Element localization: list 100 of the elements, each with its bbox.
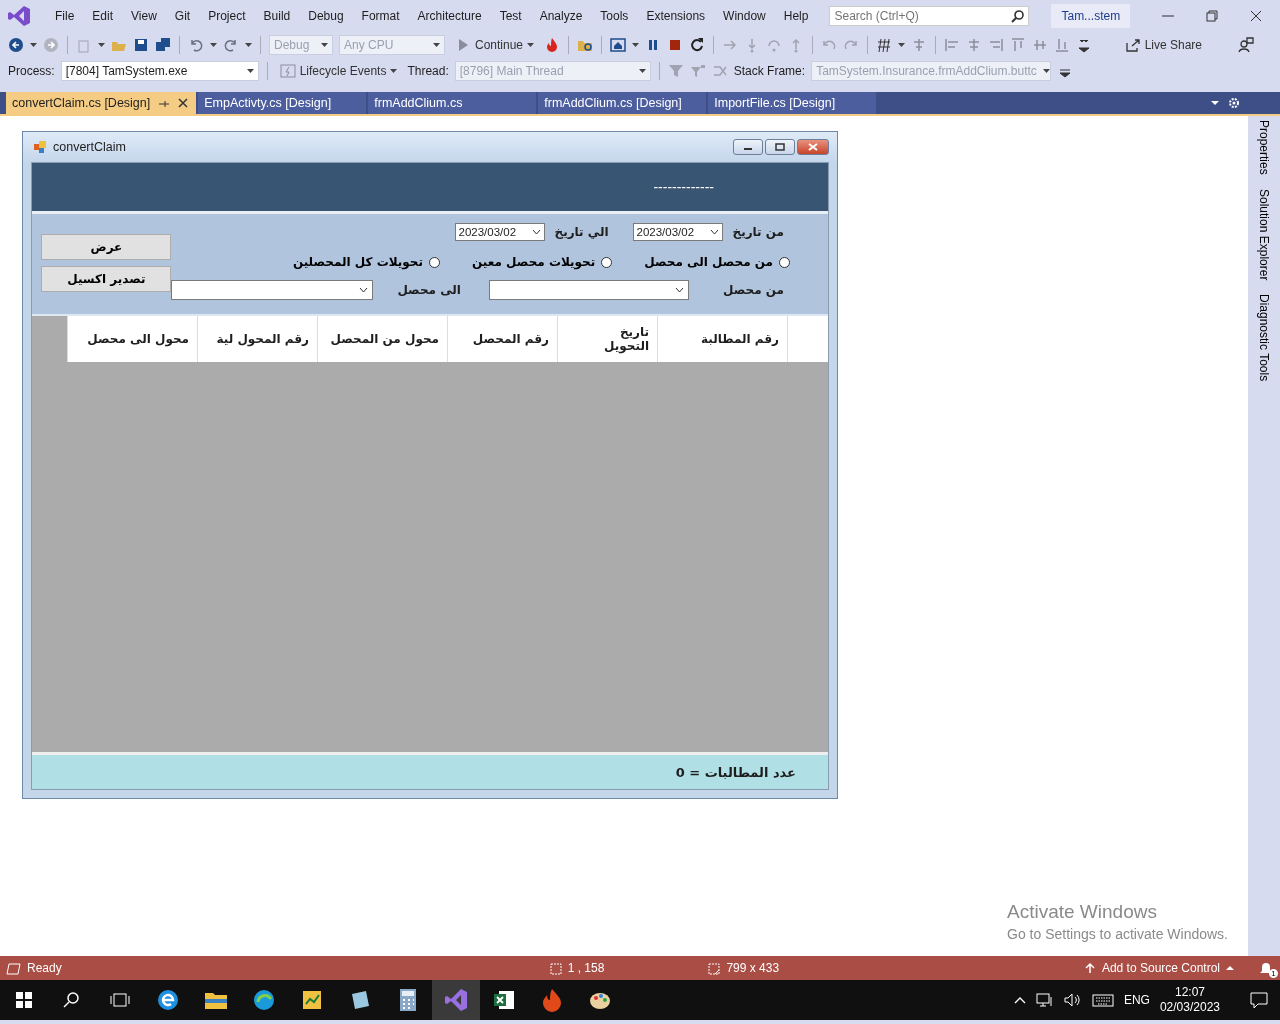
app-logo-icon bbox=[8, 5, 30, 27]
to-collector-dropdown[interactable] bbox=[171, 280, 374, 300]
up-chevron-icon[interactable] bbox=[1013, 996, 1026, 1004]
menu-item[interactable]: View bbox=[124, 6, 164, 26]
input-language[interactable]: ENG bbox=[1123, 993, 1150, 1007]
caret-icon[interactable] bbox=[898, 43, 906, 47]
hatched-grid-icon[interactable] bbox=[876, 37, 893, 53]
from-date-picker[interactable]: 2023/03/02 bbox=[632, 223, 723, 241]
menu-item[interactable]: Edit bbox=[85, 6, 121, 26]
column-header[interactable]: تاريخ التحويل bbox=[557, 316, 657, 362]
menu-item[interactable]: Tools bbox=[593, 6, 636, 26]
action-button[interactable]: عرض bbox=[41, 234, 172, 260]
action-button[interactable]: تصدير اكسيل bbox=[41, 266, 172, 292]
radio-option[interactable]: تحويلات محصل معين bbox=[472, 255, 613, 269]
feedback-person-icon[interactable] bbox=[1238, 37, 1254, 53]
add-to-source-control-button[interactable]: Add to Source Control bbox=[1079, 961, 1238, 975]
side-panel-tab[interactable]: Diagnostic Tools bbox=[1257, 294, 1271, 382]
document-tab[interactable]: frmAddClium.cs [Design] bbox=[538, 92, 707, 114]
thread-label: Thread: bbox=[407, 64, 449, 78]
radio-button[interactable] bbox=[601, 256, 613, 268]
chevron-down-icon[interactable] bbox=[709, 229, 719, 235]
dropdown-icon[interactable] bbox=[1210, 98, 1220, 108]
caret-icon[interactable] bbox=[527, 43, 535, 47]
live-share-button[interactable]: Live Share bbox=[1120, 37, 1206, 53]
menu-item[interactable]: Analyze bbox=[532, 6, 590, 26]
menu-item[interactable]: Window bbox=[716, 6, 773, 26]
notification-icon[interactable] bbox=[1250, 991, 1268, 1009]
radio-button[interactable] bbox=[429, 256, 440, 268]
settings-icon[interactable] bbox=[1228, 97, 1240, 109]
close-icon[interactable] bbox=[808, 143, 818, 151]
column-header[interactable]: محول الى محصل bbox=[67, 316, 197, 362]
continue-button[interactable]: Continue bbox=[451, 37, 539, 53]
redo-icon[interactable] bbox=[223, 37, 239, 53]
caret-icon[interactable] bbox=[632, 43, 640, 47]
menu-item[interactable]: Test bbox=[492, 6, 529, 26]
close-icon[interactable] bbox=[1248, 8, 1264, 24]
column-header[interactable]: رقم المحول لية bbox=[197, 316, 317, 362]
search-field[interactable]: Search (Ctrl+Q) bbox=[829, 6, 1030, 26]
keyboard-icon[interactable] bbox=[1091, 993, 1114, 1007]
column-header[interactable]: محول من المحصل bbox=[317, 316, 447, 362]
side-panel-tab[interactable]: Solution Explorer bbox=[1257, 188, 1271, 281]
network-icon[interactable] bbox=[1035, 992, 1054, 1008]
caret-icon[interactable] bbox=[210, 43, 217, 47]
caret-icon[interactable] bbox=[245, 43, 252, 47]
document-tab[interactable]: frmAddClium.cs bbox=[368, 92, 537, 114]
menu-item[interactable]: Format bbox=[354, 6, 407, 26]
close-button[interactable] bbox=[797, 139, 829, 155]
document-tab[interactable]: EmpActivty.cs [Design] bbox=[198, 92, 367, 114]
undo-icon[interactable] bbox=[188, 37, 204, 53]
clock[interactable]: 12:07 02/03/2023 bbox=[1159, 985, 1220, 1015]
menu-item[interactable]: Extensions bbox=[639, 6, 713, 26]
chevron-down-icon[interactable] bbox=[674, 287, 684, 293]
save-all-icon[interactable] bbox=[155, 37, 171, 53]
menu-item[interactable]: Build bbox=[256, 6, 298, 26]
chevron-down-icon[interactable] bbox=[531, 229, 541, 235]
control-size: 799 x 433 bbox=[706, 961, 780, 975]
windows-logo-icon bbox=[16, 992, 32, 1008]
up-caret-icon[interactable] bbox=[1226, 965, 1234, 971]
menu-item[interactable]: Architecture bbox=[410, 6, 489, 26]
document-tab[interactable]: ImportFile.cs [Design] bbox=[708, 92, 877, 114]
to-date-picker[interactable]: 2023/03/02 bbox=[454, 223, 545, 241]
lifecycle-events-button[interactable]: Lifecycle Events bbox=[275, 63, 402, 79]
column-header[interactable]: رقم المطالبة bbox=[657, 316, 787, 362]
ready-status: Ready bbox=[6, 960, 62, 976]
chevron-down-icon[interactable] bbox=[359, 287, 369, 293]
chart-document-icon bbox=[300, 988, 324, 1012]
speaker-icon[interactable] bbox=[1063, 992, 1082, 1008]
column-header[interactable]: رقم المحصل bbox=[447, 316, 557, 362]
minimize-button[interactable] bbox=[733, 139, 763, 155]
caret-icon[interactable] bbox=[390, 69, 398, 73]
caret-icon[interactable] bbox=[246, 69, 254, 73]
stack-frame-label: Stack Frame: bbox=[733, 64, 806, 78]
maximize-button[interactable] bbox=[765, 139, 795, 155]
side-panel-tab[interactable]: Properties bbox=[1257, 120, 1271, 175]
radio-option[interactable]: تحويلات كل المحصلين bbox=[292, 255, 440, 269]
radio-option[interactable]: من محصل الى محصل bbox=[644, 255, 790, 269]
menu-item[interactable]: Project bbox=[201, 6, 253, 26]
task-view-icon bbox=[110, 992, 130, 1008]
document-tab[interactable]: convertClaim.cs [Design] bbox=[6, 92, 197, 114]
menu-item[interactable]: Debug bbox=[301, 6, 351, 26]
up-arrow-icon[interactable] bbox=[1083, 962, 1096, 974]
menu-item[interactable]: File bbox=[48, 6, 82, 26]
notification-count: 1 bbox=[1269, 969, 1278, 978]
process-dropdown[interactable]: [7804] TamSystem.exe bbox=[60, 61, 259, 81]
from-date-label: من تاريخ bbox=[732, 225, 784, 239]
cursor-position: 1 , 158 bbox=[547, 961, 605, 975]
close-icon[interactable] bbox=[176, 96, 191, 110]
radio-button[interactable] bbox=[779, 256, 790, 268]
search-icon[interactable] bbox=[1010, 9, 1025, 23]
restore-icon[interactable] bbox=[1204, 8, 1220, 24]
restart-icon[interactable] bbox=[689, 37, 706, 53]
menu-item[interactable]: Git bbox=[167, 6, 198, 26]
caret-icon[interactable] bbox=[98, 43, 105, 47]
menu-item[interactable]: Help bbox=[776, 6, 816, 26]
save-icon[interactable] bbox=[133, 37, 149, 53]
share-icon[interactable] bbox=[1124, 37, 1141, 53]
caret-icon[interactable] bbox=[30, 43, 37, 47]
from-collector-dropdown[interactable] bbox=[488, 280, 689, 300]
home-screen-icon[interactable] bbox=[610, 37, 627, 53]
maximize-icon[interactable] bbox=[775, 143, 785, 151]
